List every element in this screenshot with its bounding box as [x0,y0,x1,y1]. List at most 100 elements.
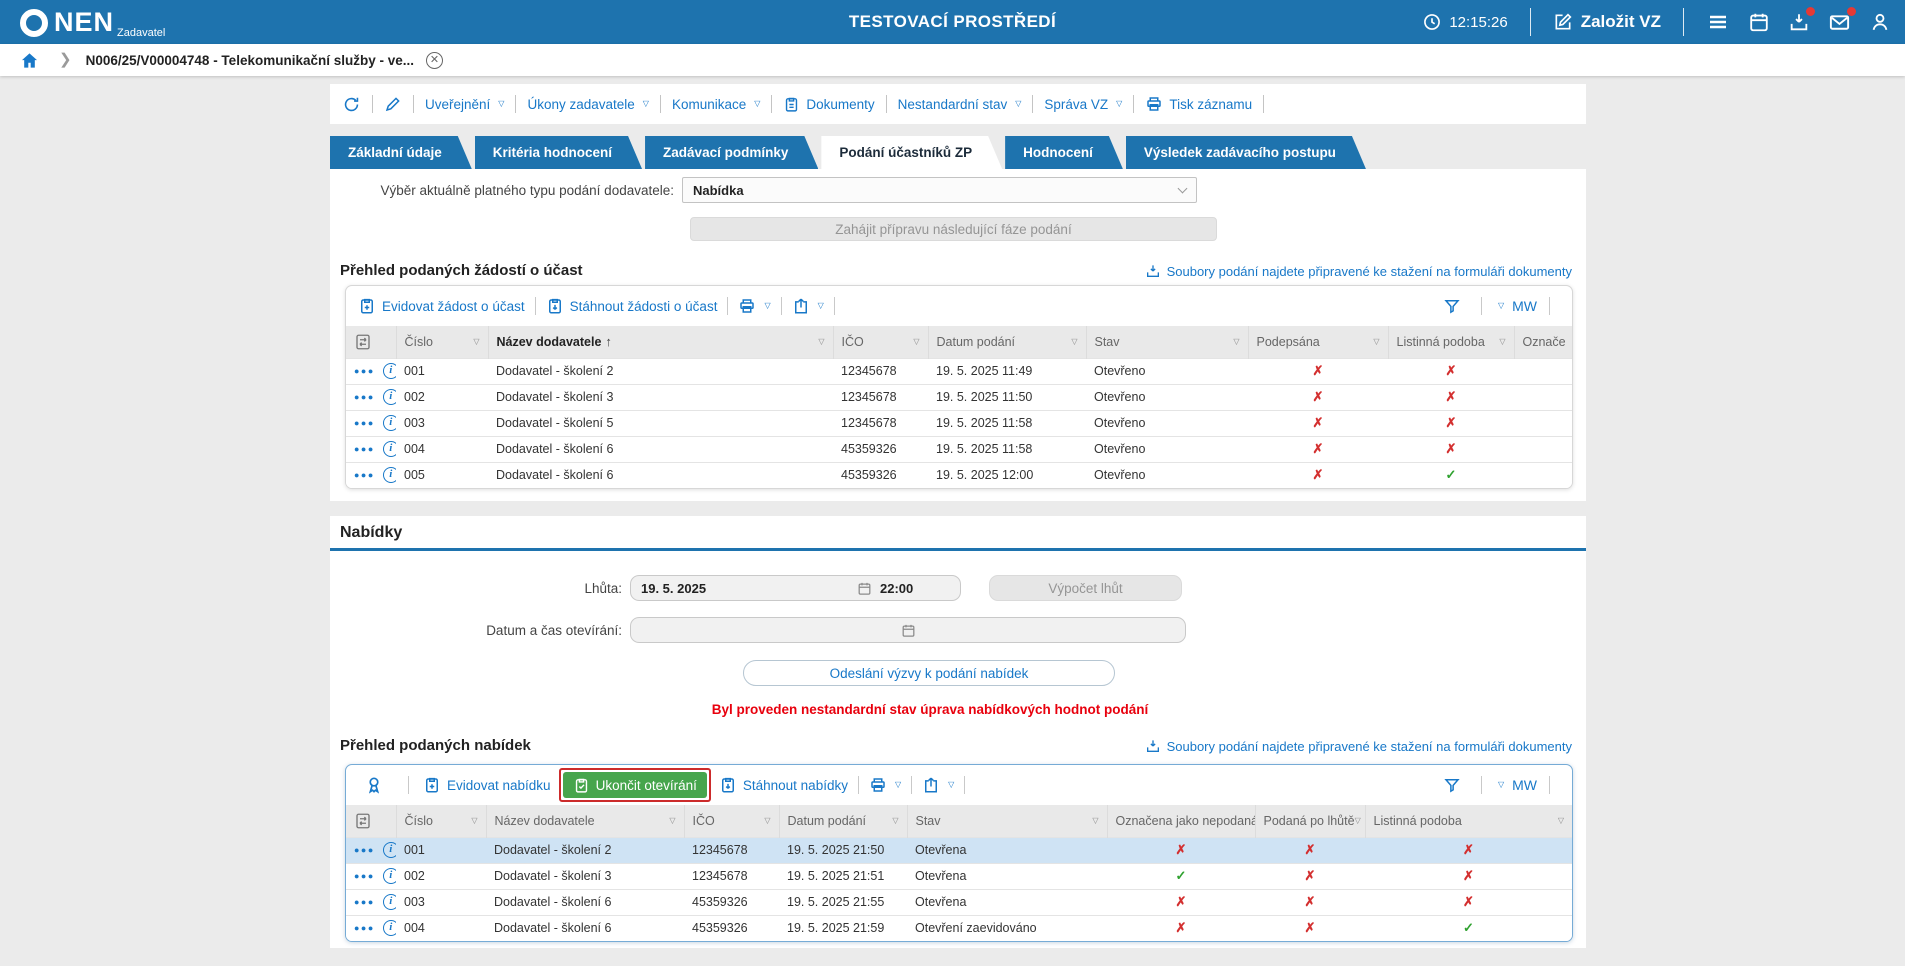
table-row[interactable]: ●●●i 004 Dodavatel - školení 6 45359326 … [346,915,1572,941]
tab-kriteria-hodnoceni[interactable]: Kritéria hodnocení [475,136,642,169]
menu-uverejneni[interactable]: Uveřejnění ▽ [425,97,504,112]
table-row[interactable]: ●●●i 003 Dodavatel - školení 6 45359326 … [346,889,1572,915]
tab-hodnoceni[interactable]: Hodnocení [1005,136,1123,169]
row-menu-button[interactable]: ●●● [354,871,375,881]
filter-caret-icon[interactable]: ▽ [892,816,898,825]
filter-caret-icon[interactable]: ▽ [669,816,675,825]
table-row[interactable]: ●●●i 004 Dodavatel - školení 6 45359326 … [346,436,1572,462]
opening-datetime-field[interactable] [630,617,1186,643]
row-menu-button[interactable]: ●●● [354,366,375,376]
print-button[interactable]: ▽ [738,297,770,315]
row-menu-button[interactable]: ●●● [354,923,375,933]
table-row[interactable]: ●●●i 003 Dodavatel - školení 5 12345678 … [346,410,1572,436]
column-settings-cell[interactable] [346,326,396,358]
stahnout-nabidky-button[interactable]: Stáhnout nabídky [719,776,848,794]
tab-vysledek-zadavaciho-postupu[interactable]: Výsledek zadávacího postupu [1126,136,1366,169]
col-header[interactable]: Číslo [405,335,433,349]
menu-ukony-zadavatele[interactable]: Úkony zadavatele ▽ [527,97,648,112]
info-icon[interactable]: i [383,467,396,483]
submission-type-select[interactable]: Nabídka [682,177,1197,203]
table-row[interactable]: ●●●i 002 Dodavatel - školení 3 12345678 … [346,863,1572,889]
deadline-time-value[interactable]: 22:00 [880,581,950,596]
filter-caret-icon[interactable]: ▽ [1558,816,1564,825]
refresh-button[interactable] [342,95,361,114]
table-row[interactable]: ●●●i 001 Dodavatel - školení 2 12345678 … [346,358,1572,384]
mw-control[interactable]: MW [1512,777,1537,793]
filter-caret-icon[interactable]: ▽ [1071,337,1077,346]
col-header[interactable]: Datum podání [937,335,1016,349]
info-icon[interactable]: i [383,920,396,936]
info-icon[interactable]: i [383,441,396,457]
col-header[interactable]: Podaná po lhůtě [1264,814,1355,828]
filter-caret-icon[interactable]: ▽ [473,337,479,346]
send-invite-button[interactable]: Odeslání výzvy k podání nabídek [743,660,1115,686]
filter-caret-icon[interactable]: ▽ [1233,337,1239,346]
info-icon[interactable]: i [383,415,396,431]
tab-zadavaci-podminky[interactable]: Zadávací podmínky [645,136,818,169]
evidovat-zadost-button[interactable]: Evidovat žádost o účast [358,297,525,315]
deadline-field[interactable]: 19. 5. 2025 22:00 [630,575,961,601]
requests-files-link[interactable]: Soubory podání najdete připravené ke sta… [1145,263,1572,279]
col-header[interactable]: IČO [693,814,715,828]
col-header[interactable]: Číslo [405,814,433,828]
filter-caret-icon[interactable]: ▽ [818,337,824,346]
filter-funnel-icon[interactable] [1443,297,1461,315]
caret-down-icon[interactable]: ▽ [1498,781,1504,789]
home-button[interactable] [20,51,39,70]
export-button[interactable]: ▽ [922,776,954,794]
table-row-selected[interactable]: ●●●i 001 Dodavatel - školení 2 12345678 … [346,837,1572,863]
messages-button[interactable] [1828,11,1851,34]
col-header[interactable]: Stav [916,814,941,828]
col-header[interactable]: Podepsána [1257,335,1320,349]
row-menu-button[interactable]: ●●● [354,470,375,480]
caret-down-icon[interactable]: ▽ [1498,302,1504,310]
filter-caret-icon[interactable]: ▽ [1499,337,1505,346]
col-header[interactable]: Listinná podoba [1374,814,1462,828]
col-header[interactable]: Označena jako nepodaná [1116,814,1256,828]
edit-button[interactable] [384,95,402,113]
info-icon[interactable]: i [383,868,396,884]
nen-logo[interactable]: NEN Zadavatel [14,5,165,39]
calendar-icon[interactable] [901,623,916,638]
col-header[interactable]: Název dodavatele [495,814,595,828]
info-icon[interactable]: i [383,363,396,379]
main-menu-button[interactable] [1706,10,1730,34]
calc-deadlines-button[interactable]: Výpočet lhůt [989,575,1182,601]
filter-caret-icon[interactable]: ▽ [1373,337,1379,346]
close-tab-icon[interactable]: ✕ [426,52,443,69]
filter-funnel-icon[interactable] [1443,776,1461,794]
col-header[interactable]: Označe [1523,335,1566,349]
filter-caret-icon[interactable]: ▽ [764,816,770,825]
tab-zakladni-udaje[interactable]: Základní údaje [330,136,472,169]
info-icon[interactable]: i [383,389,396,405]
info-icon[interactable]: i [383,894,396,910]
col-header[interactable]: Listinná podoba [1397,335,1485,349]
col-header[interactable]: Datum podání [788,814,867,828]
table-row[interactable]: ●●●i 005 Dodavatel - školení 6 45359326 … [346,462,1572,488]
table-row[interactable]: ●●●i 002 Dodavatel - školení 3 12345678 … [346,384,1572,410]
tab-podani-ucastniku-zp[interactable]: Podání účastníků ZP [821,136,1002,169]
col-header[interactable]: IČO [842,335,864,349]
row-menu-button[interactable]: ●●● [354,845,375,855]
create-vz-button[interactable]: Založit VZ [1553,12,1661,32]
offers-files-link[interactable]: Soubory podání najdete připravené ke sta… [1145,738,1572,754]
deadline-date-value[interactable]: 19. 5. 2025 [641,581,857,596]
filter-caret-icon[interactable]: ▽ [1355,816,1361,825]
row-menu-button[interactable]: ●●● [354,897,375,907]
stahnout-zadosti-button[interactable]: Stáhnout žádosti o účast [546,297,718,315]
row-menu-button[interactable]: ●●● [354,418,375,428]
info-icon[interactable]: i [383,842,396,858]
calendar-icon[interactable] [857,581,872,596]
ukoncit-otevirani-button[interactable]: Ukončit otevírání [563,772,707,798]
menu-dokumenty[interactable]: Dokumenty [783,96,874,113]
calendar-button[interactable] [1748,11,1770,33]
col-header-sorted[interactable]: Název dodavatele [497,335,602,349]
downloads-button[interactable] [1788,11,1810,33]
menu-nestandardni-stav[interactable]: Nestandardní stav ▽ [898,97,1022,112]
menu-tisk-zaznamu[interactable]: Tisk záznamu [1145,95,1252,113]
medal-icon[interactable] [364,775,384,795]
menu-komunikace[interactable]: Komunikace ▽ [672,97,760,112]
user-profile-button[interactable] [1869,11,1891,33]
row-menu-button[interactable]: ●●● [354,392,375,402]
col-header[interactable]: Stav [1095,335,1120,349]
